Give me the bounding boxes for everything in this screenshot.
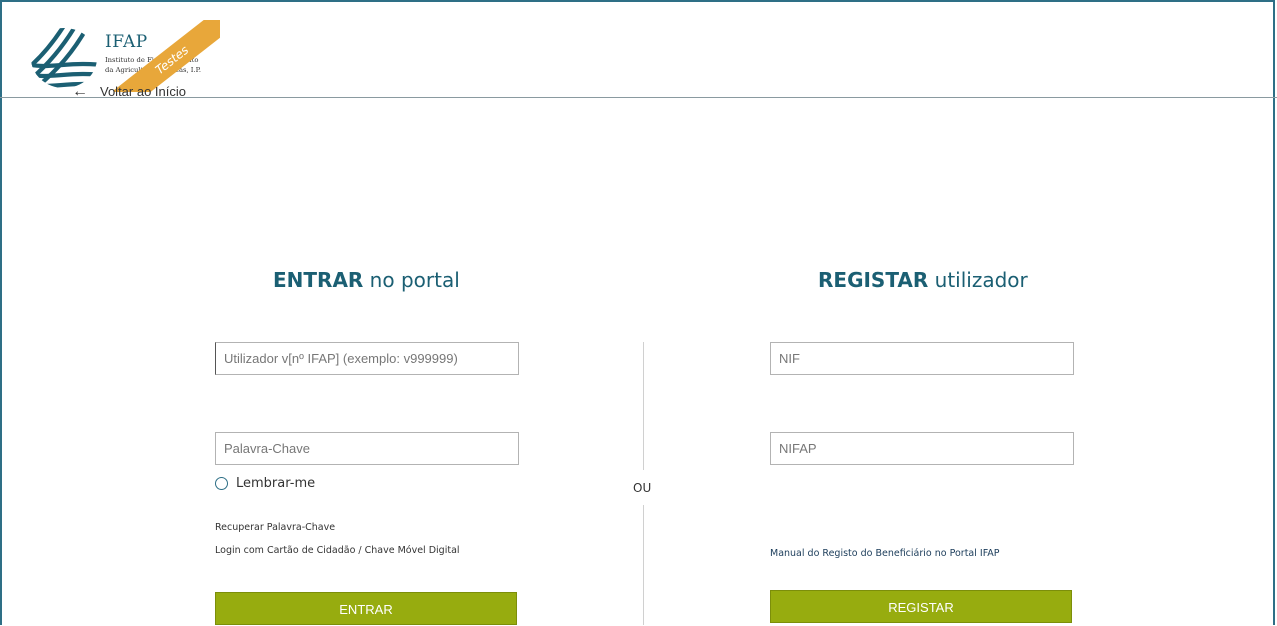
arrow-left-icon: ←: [72, 82, 88, 100]
test-ribbon: Testes: [114, 20, 220, 92]
login-title-rest: no portal: [363, 268, 460, 292]
remember-me-radio[interactable]: [215, 477, 228, 490]
username-input[interactable]: [215, 342, 519, 375]
login-title: ENTRAR no portal: [273, 268, 460, 292]
wave-logo-icon: [31, 28, 97, 88]
ifap-logo[interactable]: IFAP Instituto de Financiamento da Agric…: [30, 20, 220, 92]
or-separator: OU: [633, 481, 652, 495]
remember-me-label: Lembrar-me: [236, 476, 316, 491]
register-button[interactable]: REGISTAR: [770, 590, 1072, 623]
page-frame: [0, 0, 1275, 625]
nifap-input[interactable]: [770, 432, 1074, 465]
remember-me-option[interactable]: Lembrar-me: [215, 476, 315, 491]
header-divider: [0, 97, 1277, 98]
password-input[interactable]: [215, 432, 519, 465]
register-title-bold: REGISTAR: [818, 268, 929, 292]
registration-manual-link[interactable]: Manual do Registo do Beneficiário no Por…: [770, 548, 1000, 559]
vertical-divider-top: [643, 342, 644, 470]
login-title-bold: ENTRAR: [273, 268, 364, 292]
nif-input[interactable]: [770, 342, 1074, 375]
citizen-card-login-link[interactable]: Login com Cartão de Cidadão / Chave Móve…: [215, 545, 460, 556]
test-ribbon-label: Testes: [114, 20, 220, 92]
recover-password-link[interactable]: Recuperar Palavra-Chave: [215, 522, 335, 533]
vertical-divider-bottom: [643, 505, 644, 625]
register-title: REGISTAR utilizador: [818, 268, 1028, 292]
login-button[interactable]: ENTRAR: [215, 592, 517, 625]
register-title-rest: utilizador: [928, 268, 1028, 292]
